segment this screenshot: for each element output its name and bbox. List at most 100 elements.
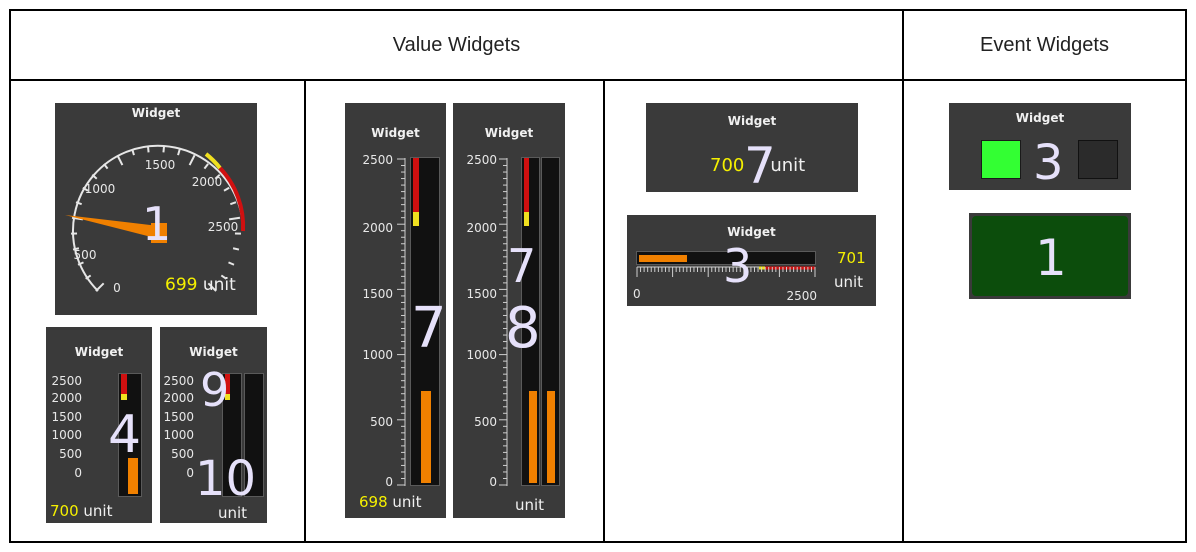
scale-label: 2500 (163, 374, 194, 388)
overlay-number: 4 (108, 405, 142, 465)
text-value: 700 (710, 155, 745, 176)
bar-unit: unit (83, 502, 113, 520)
scale-label: 2000 (51, 391, 82, 405)
overlay-number: 3 (1033, 135, 1064, 190)
overlay-number: 8 (505, 296, 541, 361)
scale-label: 2500 (51, 374, 82, 388)
widget-title: Widget (727, 225, 776, 239)
danger-zone (524, 158, 529, 212)
bar-fill (421, 391, 431, 483)
dial-tick (188, 154, 196, 166)
bar-readout: 700 unit (50, 502, 112, 520)
scale-label: 1000 (362, 348, 393, 362)
widget-title: Widget (74, 345, 124, 359)
scale-label: 2500 (362, 153, 393, 167)
column-divider-2 (603, 79, 605, 543)
dial-tick (229, 201, 237, 206)
scale-label: 1500 (466, 287, 497, 301)
scale-label: 500 (370, 415, 393, 429)
scale-label: 0 (74, 466, 82, 480)
tall-bar-widget[interactable]: Widget 2500 2000 1500 1000 500 0 698 uni… (345, 103, 446, 518)
tall-dual-bar-widget[interactable]: Widget 2500 2000 1500 1000 500 0 unit 7 … (453, 103, 565, 518)
dial-tick-label: 1000 (84, 182, 116, 196)
dial-value: 699 (165, 275, 198, 295)
widget-title: Widget (189, 345, 238, 359)
led-indicator-on (981, 140, 1021, 179)
widget-title: Widget (371, 126, 420, 140)
dial-tick (203, 163, 209, 170)
bar-value: 700 (50, 502, 79, 520)
dial-tick-label: 500 (73, 248, 97, 262)
dial-gauge-widget[interactable]: Widget 0 500 1000 1500 2000 2500 699 uni… (55, 103, 257, 315)
overlay-number: 3 (723, 239, 753, 293)
bar-readout: 698 unit (359, 493, 421, 511)
dial-tick-label: 2000 (191, 175, 223, 189)
header-divider (9, 79, 1187, 81)
overlay-number: 7 (507, 239, 537, 293)
led-event-widget[interactable]: Widget 3 (949, 103, 1131, 190)
text-value-widget[interactable]: Widget 700 unit 7 (646, 103, 858, 192)
scale-label: 1000 (51, 428, 82, 442)
warning-zone (121, 394, 127, 400)
scale-label: 500 (59, 447, 82, 461)
bar-track (541, 157, 560, 486)
bar-unit: unit (834, 273, 864, 291)
warning-zone (413, 212, 419, 226)
horizontal-bar-widget[interactable]: Widget 0 2500 701 unit 3 (627, 215, 876, 306)
dial-tick (147, 146, 150, 153)
bar-fill (529, 391, 537, 483)
danger-zone (413, 158, 419, 212)
overlay-number: 1 (142, 197, 172, 251)
bar-fill (547, 391, 555, 483)
dial-tick-label: 2500 (207, 220, 239, 234)
scale-label: 1000 (466, 348, 497, 362)
overlay-number: 7 (744, 137, 776, 192)
dial-tick (116, 154, 124, 166)
dial-tick (228, 261, 235, 266)
dial-tick (95, 282, 105, 292)
scale-label: 2000 (362, 221, 393, 235)
widget-title: Widget (1015, 111, 1065, 125)
counter-event-widget[interactable]: 1 (969, 213, 1131, 299)
bar-unit: unit (392, 493, 422, 511)
small-bar-widget[interactable]: Widget 2500 2000 1500 1000 500 0 700 uni… (46, 327, 152, 523)
scale-label: 0 (385, 475, 393, 489)
dial-tick (162, 146, 165, 153)
scale-min-label: 0 (633, 287, 641, 301)
scale-label: 1500 (362, 287, 393, 301)
bar-value: 698 (359, 493, 388, 511)
widget-title: Widget (484, 126, 534, 140)
scale-label: 500 (171, 447, 194, 461)
scale-label: 1500 (51, 410, 82, 424)
value-widgets-header: Value Widgets (392, 33, 521, 56)
scale-label: 1000 (163, 428, 194, 442)
overlay-number: 10 (195, 451, 257, 507)
scale-max-label: 2500 (786, 289, 817, 303)
dial-readout: 699 unit (165, 275, 236, 295)
small-dual-bar-widget[interactable]: Widget 2500 2000 1500 1000 500 0 unit 9 … (160, 327, 267, 523)
scale-label: 2000 (163, 391, 194, 405)
dial-tick-label: 0 (113, 281, 121, 295)
bar-unit: unit (515, 496, 545, 514)
dial-tick (177, 149, 181, 156)
scale-label: 0 (186, 466, 194, 480)
scale-label: 1500 (163, 410, 194, 424)
event-widgets-header: Event Widgets (980, 33, 1109, 56)
bar-fill (639, 255, 687, 262)
column-divider-1 (304, 79, 306, 543)
overlay-number: 75 (411, 296, 446, 361)
dial-unit: unit (202, 275, 236, 295)
scale-label: 0 (489, 475, 497, 489)
scale-label: 500 (474, 415, 497, 429)
scale-label: 2000 (466, 221, 497, 235)
danger-zone (121, 374, 127, 394)
led-indicator-off (1078, 140, 1118, 179)
bar-value: 701 (837, 249, 866, 267)
dial-tick (232, 247, 240, 251)
column-divider-event (902, 9, 904, 543)
dial-tick-label: 1500 (144, 158, 176, 172)
overlay-number: 9 (200, 363, 230, 417)
warning-zone (524, 212, 529, 226)
overlay-number: 1 (1035, 229, 1067, 287)
scale-label: 2500 (466, 153, 497, 167)
